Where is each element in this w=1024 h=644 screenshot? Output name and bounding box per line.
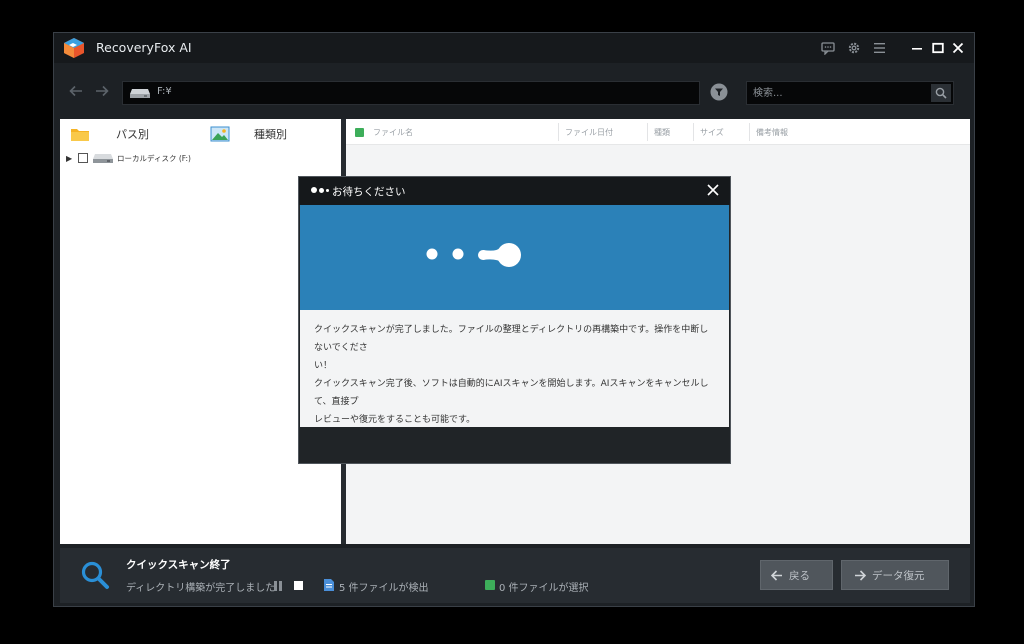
selected-check-icon [485, 580, 495, 590]
minimize-icon[interactable] [908, 39, 926, 57]
column-type[interactable]: 種類 [654, 127, 670, 138]
feedback-icon[interactable] [819, 39, 837, 57]
drive-icon [93, 154, 113, 163]
tree-item-local-disk[interactable]: ▶ ローカルディスク (F:) [66, 151, 191, 165]
back-button[interactable]: 戻る [760, 560, 833, 590]
select-all-checkbox[interactable] [355, 128, 364, 137]
filter-button[interactable] [710, 83, 728, 101]
dialog-body: クイックスキャンが完了しました。ファイルの整理とディレクトリの再構築中です。操作… [300, 310, 729, 427]
app-title: RecoveryFox AI [96, 40, 192, 55]
column-divider [749, 123, 750, 141]
dialog-title: お待ちください [332, 186, 406, 198]
dialog-message-line-4: レビューや復元をすることも可能です。 [314, 415, 476, 425]
status-title: クイックスキャン終了 [126, 559, 231, 571]
tab-by-path-label: パス別 [116, 128, 149, 141]
stop-button[interactable] [294, 581, 303, 590]
search-icon [81, 561, 109, 589]
title-bar: RecoveryFox AI [54, 33, 974, 63]
status-bar: クイックスキャン終了 ディレクトリ構築が完了しました 5 件ファイルが検出 0 … [60, 548, 970, 603]
status-subtitle: ディレクトリ構築が完了しました [126, 583, 276, 594]
column-file-date[interactable]: ファイル日付 [565, 127, 613, 138]
dialog-message-line-2: い！ [314, 361, 333, 371]
gear-icon[interactable] [845, 39, 863, 57]
image-icon [210, 126, 230, 142]
found-count: 5 件ファイルが検出 [339, 583, 429, 594]
search-button[interactable] [931, 84, 951, 102]
search-box [746, 81, 954, 105]
arrow-left-icon [69, 85, 82, 97]
tab-by-type[interactable]: 種類別 [210, 121, 287, 147]
recover-button[interactable]: データ復元 [841, 560, 949, 590]
path-text: F:¥ [157, 86, 172, 97]
loading-animation-icon [426, 243, 521, 267]
arrow-right-icon [96, 85, 109, 97]
pause-button[interactable] [274, 581, 284, 591]
search-icon [935, 87, 947, 99]
search-input[interactable] [753, 84, 923, 102]
loading-dots-icon [311, 187, 329, 193]
forward-nav-button[interactable] [92, 81, 112, 101]
tree-item-checkbox[interactable] [78, 153, 88, 163]
close-icon[interactable] [706, 183, 720, 197]
arrow-right-icon [855, 569, 866, 581]
drive-icon [130, 89, 150, 98]
dialog-banner [300, 205, 729, 310]
close-icon[interactable] [949, 39, 967, 57]
dialog-message-line-1: クイックスキャンが完了しました。ファイルの整理とディレクトリの再構築中です。操作… [314, 325, 709, 353]
column-size[interactable]: サイズ [700, 127, 724, 138]
tab-by-path[interactable]: パス別 [70, 121, 149, 147]
path-bar[interactable]: F:¥ [122, 81, 700, 105]
tree-item-label: ローカルディスク (F:) [117, 153, 191, 163]
menu-icon[interactable] [870, 39, 888, 57]
file-list-header: ファイル名 ファイル日付 種類 サイズ 備考情報 [346, 119, 970, 145]
wait-dialog: お待ちください クイックスキャンが完了しました。ファイルの整理とディレクトリの再… [298, 176, 731, 464]
column-divider [558, 123, 559, 141]
column-divider [647, 123, 648, 141]
column-file-name[interactable]: ファイル名 [373, 127, 413, 138]
file-icon [324, 579, 334, 591]
arrow-left-icon [771, 569, 782, 581]
folder-icon [71, 129, 89, 141]
expand-arrow-icon[interactable]: ▶ [66, 154, 74, 163]
filter-icon [710, 83, 728, 101]
back-nav-button[interactable] [66, 81, 86, 101]
maximize-icon[interactable] [929, 39, 947, 57]
column-notes[interactable]: 備考情報 [756, 127, 788, 138]
app-logo-icon [64, 38, 84, 58]
dialog-title-bar: お待ちください [299, 177, 730, 205]
recover-button-label: データ復元 [872, 569, 925, 582]
selected-count: 0 件ファイルが選択 [499, 583, 589, 594]
back-button-label: 戻る [789, 569, 810, 582]
tab-by-type-label: 種類別 [254, 128, 287, 141]
dialog-message-line-3: クイックスキャン完了後、ソフトは自動的にAIスキャンを開始します。AIスキャンを… [314, 379, 709, 407]
column-divider [693, 123, 694, 141]
toolbar: F:¥ [54, 67, 974, 117]
